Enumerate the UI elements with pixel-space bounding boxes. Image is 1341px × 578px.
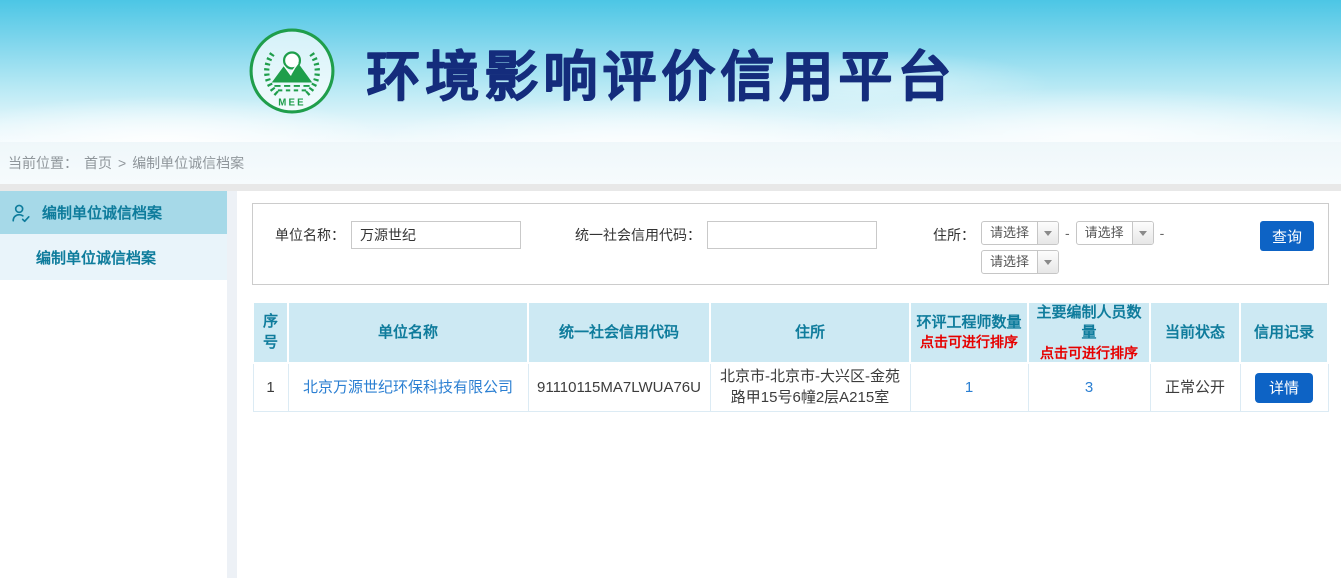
main-content: 单位名称： 统一社会信用代码： 住所： 请选择 - — [237, 191, 1341, 578]
table-row: 1 北京万源世纪环保科技有限公司 91110115MA7LWUA76U 北京市-… — [253, 363, 1328, 411]
address-group: 住所： 请选择 - 请选择 - — [933, 221, 1164, 274]
chevron-down-icon[interactable] — [1037, 251, 1058, 273]
mee-logo-text: MEE — [278, 97, 306, 108]
province-select[interactable]: 请选择 — [981, 221, 1059, 245]
table-header-row: 序号 单位名称 统一社会信用代码 住所 环评工程师数量 点击可进行排序 主要编制… — [253, 303, 1328, 363]
header-index: 序号 — [253, 303, 288, 363]
breadcrumb-separator: > — [118, 155, 126, 171]
cell-staff-count: 3 — [1028, 363, 1150, 411]
cell-company: 北京万源世纪环保科技有限公司 — [288, 363, 528, 411]
user-check-icon — [10, 202, 32, 224]
unit-name-label: 单位名称： — [275, 221, 345, 249]
cell-address: 北京市-北京市-大兴区-金苑路甲15号6幢2层A215室 — [710, 363, 910, 411]
mee-logo: MEE — [248, 27, 336, 115]
header-credit-record: 信用记录 — [1240, 303, 1328, 363]
divider-band — [0, 184, 1341, 191]
staff-count-link[interactable]: 3 — [1085, 379, 1093, 396]
address-label: 住所： — [933, 221, 975, 274]
dash-separator: - — [1065, 221, 1070, 245]
header-address: 住所 — [710, 303, 910, 363]
site-header: MEE 环境影响评价信用平台 — [0, 0, 1341, 142]
sidebar-subitem-unit-credit-archive[interactable]: 编制单位诚信档案 — [0, 234, 227, 280]
breadcrumb-current: 编制单位诚信档案 — [132, 153, 244, 173]
header-status: 当前状态 — [1150, 303, 1240, 363]
credit-code-group: 统一社会信用代码： — [575, 221, 877, 249]
cell-credit-record: 详情 — [1240, 363, 1328, 411]
header-staff-count[interactable]: 主要编制人员数量 点击可进行排序 — [1028, 303, 1150, 363]
sidebar-item-unit-credit-archive[interactable]: 编制单位诚信档案 — [0, 191, 227, 234]
sort-hint[interactable]: 点击可进行排序 — [913, 333, 1025, 352]
query-button[interactable]: 查询 — [1260, 221, 1314, 251]
district-select[interactable]: 请选择 — [981, 250, 1059, 274]
cell-index: 1 — [253, 363, 288, 411]
results-table: 序号 单位名称 统一社会信用代码 住所 环评工程师数量 点击可进行排序 主要编制… — [252, 303, 1329, 412]
sort-hint[interactable]: 点击可进行排序 — [1031, 344, 1147, 363]
company-link[interactable]: 北京万源世纪环保科技有限公司 — [303, 379, 513, 396]
header-company: 单位名称 — [288, 303, 528, 363]
cell-status: 正常公开 — [1150, 363, 1240, 411]
chevron-down-icon[interactable] — [1132, 222, 1153, 244]
credit-code-label: 统一社会信用代码： — [575, 221, 701, 249]
sidebar-subitem-label: 编制单位诚信档案 — [36, 247, 156, 268]
header-engineer-count[interactable]: 环评工程师数量 点击可进行排序 — [910, 303, 1028, 363]
unit-name-input[interactable] — [351, 221, 521, 249]
city-select[interactable]: 请选择 — [1076, 221, 1154, 245]
header-credit-code: 统一社会信用代码 — [528, 303, 710, 363]
page-title: 环境影响评价信用平台 — [366, 32, 956, 111]
unit-name-group: 单位名称： — [275, 221, 521, 249]
engineer-count-link[interactable]: 1 — [965, 379, 973, 396]
sidebar: 编制单位诚信档案 编制单位诚信档案 — [0, 191, 227, 578]
sidebar-item-label: 编制单位诚信档案 — [42, 202, 162, 223]
breadcrumb-prefix: 当前位置： — [8, 153, 78, 173]
credit-code-input[interactable] — [707, 221, 877, 249]
cell-engineer-count: 1 — [910, 363, 1028, 411]
dash-separator: - — [1160, 221, 1165, 245]
breadcrumb-home-link[interactable]: 首页 — [84, 153, 112, 173]
search-panel: 单位名称： 统一社会信用代码： 住所： 请选择 - — [252, 203, 1329, 285]
cell-credit-code: 91110115MA7LWUA76U — [528, 363, 710, 411]
detail-button[interactable]: 详情 — [1255, 373, 1313, 403]
sidebar-content-divider — [227, 191, 237, 578]
chevron-down-icon[interactable] — [1037, 222, 1058, 244]
breadcrumb: 当前位置： 首页 > 编制单位诚信档案 — [0, 142, 1341, 184]
